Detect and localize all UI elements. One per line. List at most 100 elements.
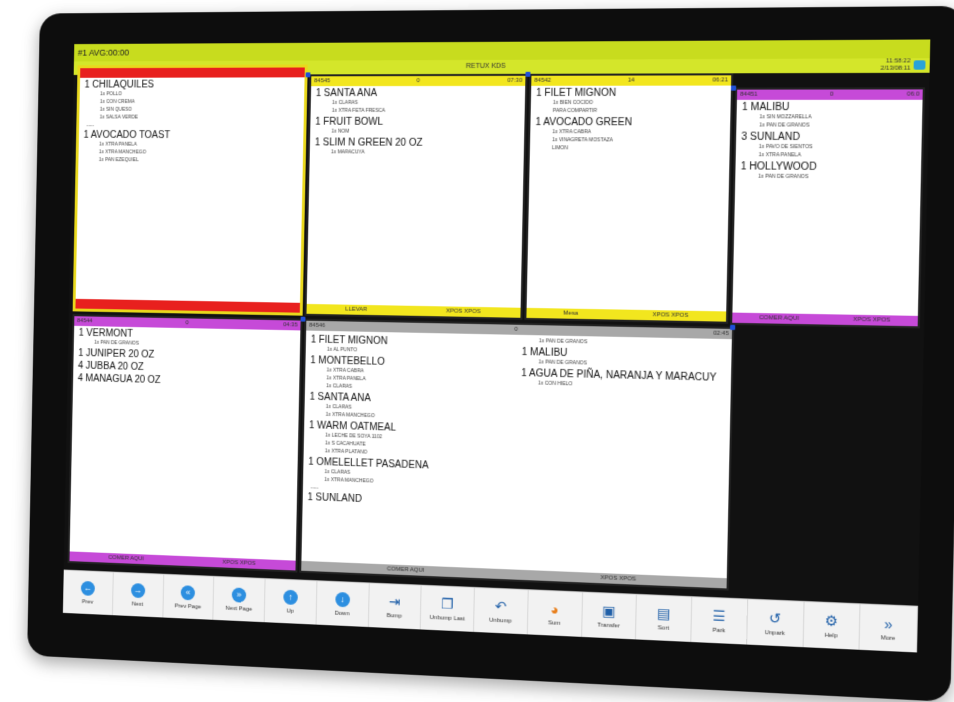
- item-modifier: 1x SIN MOZZARELLA: [759, 113, 922, 121]
- undo-arrow-icon: ↺: [766, 610, 783, 627]
- chevrons-right-icon: »: [880, 615, 897, 632]
- ticket-footer: COMER AQUIXPOS XPOS: [69, 551, 295, 570]
- ticket-items: 1 SANTA ANA1x CLARAS1x XTRA FETA FRESCA1…: [310, 88, 525, 157]
- bump-icon-glyph: ⇥: [389, 593, 401, 610]
- order-item[interactable]: 1 SANTA ANA: [316, 88, 525, 99]
- more-button[interactable]: » More: [860, 604, 918, 652]
- order-item[interactable]: 1 AVOCADO GREEN: [535, 117, 730, 128]
- ticket-header-left: 84546: [309, 321, 325, 331]
- park-button[interactable]: ☰Park: [691, 597, 748, 644]
- ticket-card[interactable]: 84542 14 06:21 1 FILET MIGNON1x BIEN COCID…: [524, 73, 733, 323]
- unbump-button[interactable]: ↶Unbump: [474, 588, 528, 634]
- ticket-header-left: 84451: [740, 90, 758, 100]
- toolbar-button-label: More: [881, 635, 896, 642]
- ticket-header-right: 02:45: [713, 329, 729, 340]
- ticket-corner-marker: [730, 325, 735, 330]
- item-modifier: 1x XTRA PANELA: [759, 151, 922, 160]
- item-modifier: PARA COMPARTIR: [553, 107, 731, 115]
- item-modifier: 1x BIEN COCIDO: [553, 99, 731, 107]
- arrow-up-icon: ↑: [283, 589, 299, 605]
- ticket-card[interactable]: 84546002:45 1 FILET MIGNON1x AL PUNTO1 M…: [299, 319, 734, 591]
- double-left-icon: «: [180, 585, 195, 601]
- ticket-header-right: 07:30: [507, 76, 522, 86]
- next-button[interactable]: →Next: [113, 573, 164, 618]
- ticket-footer: COMER AQUI XPOS XPOS: [732, 313, 918, 327]
- order-item[interactable]: 1 AVOCADO TOAST: [83, 130, 303, 141]
- bump-icon: ⇥: [387, 594, 403, 611]
- ticket-header-left: 84544: [77, 316, 93, 326]
- ticket-items: 1 MALIBU1x SIN MOZZARELLA1x PAN DE GRANO…: [735, 102, 922, 182]
- tablet-device: #1 AVG:00:00 RETUX KDS 11:58:22 2/13/08:…: [27, 6, 954, 702]
- ticket-footer-left: COMER AQUI: [759, 313, 799, 324]
- arrow-left-icon-glyph: ←: [81, 581, 95, 596]
- item-modifier: 1x PAN DE GRANOS: [758, 173, 921, 182]
- order-item[interactable]: 3 SUNLAND: [741, 132, 922, 144]
- toolbar-button-label: Unpark: [765, 630, 785, 637]
- up-button[interactable]: ↑ Up: [265, 579, 317, 625]
- item-modifier: LIMON: [552, 144, 730, 153]
- ticket-footer-right: XPOS XPOS: [853, 315, 890, 326]
- unpark-button[interactable]: ↺ Unpark: [747, 600, 804, 648]
- toolbar-button-label: Unbump: [489, 617, 512, 624]
- item-modifier: 1x PAN DE GRANOS: [759, 121, 922, 130]
- clock-date: 2/13/08:11: [881, 66, 911, 73]
- order-item[interactable]: 1 SLIM N GREEN 20 OZ: [315, 137, 524, 149]
- toolbar-button-label: Sort: [658, 625, 669, 632]
- ticket-card[interactable]: 84451006:0 1 MALIBU1x SIN MOZZARELLA1x P…: [730, 87, 925, 328]
- ticket-header-right: 06:21: [712, 75, 728, 85]
- ticket-footer: LLEVARXPOS XPOS: [306, 304, 520, 318]
- unbump-last-button[interactable]: ❐Unbump Last: [421, 586, 475, 632]
- help-icon: ⚙: [823, 613, 840, 630]
- windows-icon: ❐: [439, 596, 455, 613]
- sort-icon-glyph: ▤: [657, 605, 671, 623]
- item-modifier: 1x XTRA FETA FRESCA: [332, 107, 525, 115]
- pie-chart-icon: ◕: [546, 601, 562, 618]
- action-toolbar: ← Prev →Next « Prev Page » Next Page ↑ Up ↓Down ⇥ B…: [63, 570, 918, 653]
- help-button[interactable]: ⚙Help: [803, 602, 861, 650]
- transfer-icon: ▣: [601, 603, 618, 620]
- help-icon-glyph: ⚙: [825, 612, 839, 630]
- clock-time: 11:58:22: [881, 58, 911, 65]
- ticket-items-left: 1 FILET MIGNON1x AL PUNTO1 MONTEBELLO1x …: [303, 333, 517, 511]
- arrow-up-icon-glyph: ↑: [283, 590, 298, 605]
- item-modifier: 1x SALSA VERDE: [100, 114, 304, 122]
- toolbar-button-label: Bump: [387, 612, 402, 619]
- ticket-header-left: 84542: [534, 76, 551, 86]
- double-right-icon: »: [231, 587, 247, 603]
- transfer-button[interactable]: ▣ Transfer: [582, 593, 638, 640]
- calendar-icon[interactable]: [914, 60, 926, 69]
- sum-button[interactable]: ◕Sum: [528, 590, 583, 637]
- arrow-left-icon: ←: [80, 580, 95, 596]
- order-item[interactable]: 1 MALIBU: [742, 102, 923, 113]
- toolbar-button-label: Transfer: [597, 622, 620, 629]
- ticket-card[interactable]: 84545007:30 1 SANTA ANA1x CLARAS1x XTRA …: [305, 74, 528, 320]
- ticket-header-mid: 14: [628, 76, 635, 86]
- ticket-header: 84542 14 06:21: [531, 75, 731, 86]
- windows-icon-glyph: ❐: [441, 596, 454, 613]
- prev-button[interactable]: ← Prev: [63, 570, 114, 615]
- prev-page-button[interactable]: « Prev Page: [163, 575, 215, 620]
- ticket-corner-marker: [301, 317, 306, 322]
- toolbar-button-label: Up: [286, 608, 293, 614]
- clock: 11:58:22 2/13/08:11: [881, 58, 911, 73]
- ticket-card[interactable]: 84544004:35 1 VERMONT1x PAN DE GRANOS1 J…: [68, 314, 303, 572]
- toolbar-button-label: Prev: [82, 599, 94, 605]
- sort-button[interactable]: ▤ Sort: [636, 595, 692, 642]
- list-icon: ☰: [711, 608, 728, 625]
- ticket-header: 84451006:0: [737, 89, 923, 99]
- ticket-footer: [75, 299, 300, 313]
- kds-screen: #1 AVG:00:00 RETUX KDS 11:58:22 2/13/08:…: [63, 39, 930, 652]
- ticket-footer: MesaXPOS XPOS: [526, 308, 726, 322]
- toolbar-button-label: Prev Page: [175, 603, 202, 610]
- ticket-header-right: 06:0: [907, 89, 920, 99]
- order-item[interactable]: 1 CHILAQUILES: [84, 79, 304, 90]
- app-title: RETUX KDS: [466, 63, 506, 70]
- bump-button[interactable]: ⇥ Bump: [368, 583, 421, 629]
- ticket-card[interactable]: 1 CHILAQUILES1x POLLO1x CON CREMA1x SIN …: [73, 65, 308, 316]
- next-page-button[interactable]: » Next Page: [214, 577, 266, 622]
- list-icon-glyph: ☰: [712, 607, 725, 625]
- order-item[interactable]: 1 FILET MIGNON: [536, 88, 731, 99]
- order-item[interactable]: 1 FRUIT BOWL: [315, 117, 524, 128]
- toolbar-button-label: Next Page: [225, 605, 252, 612]
- down-button[interactable]: ↓Down: [316, 581, 369, 627]
